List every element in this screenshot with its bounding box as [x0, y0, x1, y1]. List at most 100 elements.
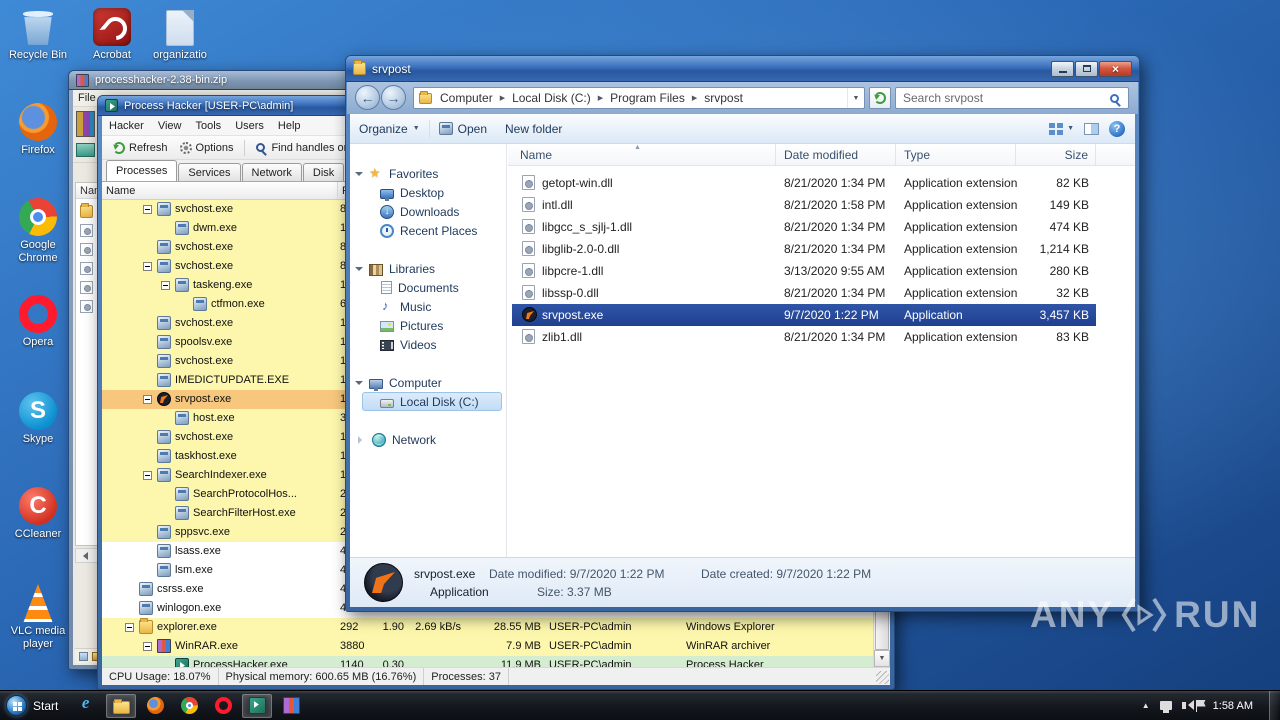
close-button[interactable]: × — [1099, 60, 1132, 77]
desktop-icon-skype[interactable]: Skype — [6, 392, 70, 446]
column-size[interactable]: Size — [1016, 144, 1096, 166]
process-row-winrar-exe[interactable]: WinRAR.exe 3880 7.9 MB USER-PC\admin WinRAR … — [102, 637, 873, 656]
taskbar-clock[interactable]: 1:58 AM — [1207, 700, 1259, 712]
resize-grip[interactable] — [876, 671, 889, 684]
archived-file-icon[interactable] — [80, 243, 93, 256]
file-row-zlib1-dll[interactable]: zlib1.dll 8/21/2020 1:34 PM Application ex… — [512, 326, 1096, 348]
taskbar-app-ie[interactable] — [72, 693, 102, 718]
tab-processes[interactable]: Processes — [106, 160, 178, 181]
file-row-intl-dll[interactable]: intl.dll 8/21/2020 1:58 PM Application ext… — [512, 194, 1096, 216]
process-row-explorer-exe[interactable]: explorer.exe 292 1.90 2.69 kB/s 28.55 MB USER… — [102, 618, 873, 637]
tab-services[interactable]: Services — [178, 163, 241, 181]
nav-item-desktop[interactable]: Desktop — [362, 183, 502, 202]
maximize-button[interactable] — [1075, 60, 1098, 77]
taskbar-app-process-hacker[interactable] — [242, 693, 273, 718]
address-dropdown-icon[interactable]: ▼ — [847, 88, 864, 108]
expander-icon[interactable] — [355, 266, 363, 275]
desktop-icon-acrobat[interactable]: Acrobat — [80, 8, 144, 62]
address-bar[interactable]: Computer ▶ Local Disk (C:) ▶ Program Files ▶ s… — [413, 87, 865, 109]
desktop-icon-ccleaner[interactable]: CCleaner — [6, 487, 70, 541]
file-row-libglib-2-0-0-dll[interactable]: libglib-2.0-0.dll 8/21/2020 1:34 PM Applic… — [512, 238, 1096, 260]
nav-item-videos[interactable]: Videos — [362, 335, 502, 354]
ph-column-name[interactable]: Name — [102, 182, 338, 199]
search-input[interactable]: Search srvpost — [895, 87, 1129, 109]
nav-item-local-disk-c[interactable]: Local Disk (C:) — [362, 392, 502, 411]
tab-disk[interactable]: Disk — [302, 163, 345, 181]
refresh-button[interactable] — [869, 87, 891, 109]
expander-icon[interactable] — [161, 281, 170, 290]
taskbar-app-winrar[interactable] — [276, 694, 306, 718]
preview-pane-button[interactable] — [1084, 122, 1099, 135]
column-date-modified[interactable]: Date modified — [776, 144, 896, 166]
file-row-getopt-win-dll[interactable]: getopt-win.dll 8/21/2020 1:34 PM Applicati… — [512, 172, 1096, 194]
tab-network[interactable]: Network — [241, 163, 302, 181]
parent-folder-icon[interactable] — [80, 203, 93, 218]
taskbar-app-opera[interactable] — [208, 694, 238, 718]
menu-hacker[interactable]: Hacker — [102, 120, 151, 132]
expander-icon[interactable] — [143, 642, 152, 651]
desktop-icon-opera[interactable]: Opera — [6, 295, 70, 349]
desktop-icon-google-chrome[interactable]: Google Chrome — [6, 198, 70, 264]
start-button[interactable]: Start — [0, 691, 68, 720]
forward-button[interactable]: → — [381, 85, 406, 110]
views-button[interactable]: ▼ — [1049, 122, 1074, 135]
breadcrumb-computer[interactable]: Computer — [438, 91, 495, 105]
nav-section-computer[interactable]: Computer — [355, 373, 442, 392]
refresh-button[interactable]: Refresh — [107, 140, 174, 156]
process-row-processhacker-exe[interactable]: ProcessHacker.exe 1140 0.30 11.9 MB USER-PC\… — [102, 656, 873, 667]
network-tray-icon[interactable] — [1159, 701, 1172, 713]
open-button[interactable]: Open — [430, 114, 496, 143]
column-type[interactable]: Type — [896, 144, 1016, 166]
breadcrumb-srvpost[interactable]: srvpost — [702, 91, 745, 105]
file-row-libssp-0-dll[interactable]: libssp-0.dll 8/21/2020 1:34 PM Application… — [512, 282, 1096, 304]
new-folder-button[interactable]: New folder — [496, 114, 571, 143]
explorer-titlebar[interactable]: srvpost × — [346, 56, 1139, 82]
menu-view[interactable]: View — [151, 120, 189, 132]
minimize-button[interactable] — [1051, 60, 1074, 77]
organize-button[interactable]: Organize ▼ — [350, 114, 429, 143]
help-button[interactable] — [1109, 120, 1125, 137]
nav-item-recent-places[interactable]: Recent Places — [362, 221, 502, 240]
nav-item-music[interactable]: Music — [362, 297, 502, 316]
expander-icon[interactable] — [143, 471, 152, 480]
extract-icon[interactable] — [76, 143, 95, 157]
desktop-icon-firefox[interactable]: Firefox — [6, 103, 70, 157]
desktop-icon-organizatio[interactable]: organizatio — [148, 8, 212, 62]
nav-section-favorites[interactable]: Favorites — [355, 164, 438, 183]
menu-users[interactable]: Users — [228, 120, 271, 132]
column-name[interactable]: Name — [512, 144, 776, 166]
nav-section-network[interactable]: Network — [355, 430, 436, 449]
nav-section-libraries[interactable]: Libraries — [355, 259, 435, 278]
taskbar-app-chrome[interactable] — [174, 694, 204, 718]
options-button[interactable]: Options — [174, 140, 240, 156]
expander-icon[interactable] — [143, 205, 152, 214]
expander-icon[interactable] — [355, 171, 363, 180]
nav-item-downloads[interactable]: Downloads — [362, 202, 502, 221]
taskbar-app-firefox[interactable] — [140, 694, 170, 718]
file-row-libgcc-s-sjlj-1-dll[interactable]: libgcc_s_sjlj-1.dll 8/21/2020 1:34 PM Appl… — [512, 216, 1096, 238]
show-desktop-button[interactable] — [1269, 690, 1278, 720]
nav-item-pictures[interactable]: Pictures — [362, 316, 502, 335]
expander-icon[interactable] — [358, 435, 366, 444]
hidden-icons-chevron[interactable]: ▲ — [1142, 701, 1150, 710]
expander-icon[interactable] — [125, 623, 134, 632]
back-button[interactable]: ← — [355, 85, 380, 110]
desktop-icon-vlc-media-player[interactable]: VLC media player — [6, 584, 70, 650]
archived-file-icon[interactable] — [80, 262, 93, 275]
taskbar-app-explorer[interactable] — [106, 693, 137, 718]
breadcrumb-local-disk-c[interactable]: Local Disk (C:) — [510, 91, 593, 105]
add-archive-icon[interactable] — [76, 111, 95, 137]
volume-tray-icon[interactable] — [1181, 700, 1194, 710]
expander-icon[interactable] — [355, 380, 363, 389]
menu-help[interactable]: Help — [271, 120, 308, 132]
archived-file-icon[interactable] — [80, 224, 93, 237]
nav-item-documents[interactable]: Documents — [362, 278, 502, 297]
scroll-left-icon[interactable] — [79, 551, 88, 560]
breadcrumb-program-files[interactable]: Program Files — [608, 91, 687, 105]
action-center-flag-icon[interactable] — [1195, 699, 1197, 712]
file-row-srvpost-exe[interactable]: srvpost.exe 9/7/2020 1:22 PM Application 3,… — [512, 304, 1096, 326]
file-row-libpcre-1-dll[interactable]: libpcre-1.dll 3/13/2020 9:55 AM Applicatio… — [512, 260, 1096, 282]
scroll-down-icon[interactable]: ▼ — [874, 650, 890, 667]
menu-tools[interactable]: Tools — [189, 120, 229, 132]
archived-file-icon[interactable] — [80, 281, 93, 294]
